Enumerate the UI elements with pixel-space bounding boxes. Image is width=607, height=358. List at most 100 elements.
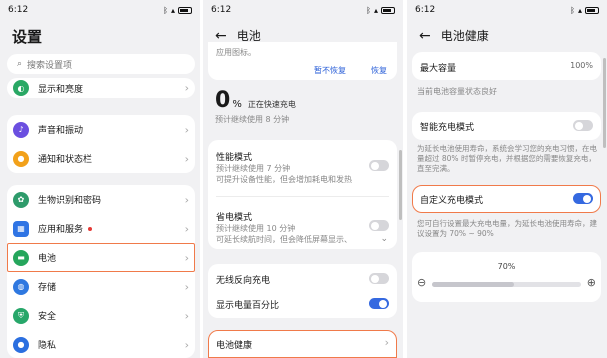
page-title: 设置 — [12, 28, 43, 46]
plus-icon[interactable]: ⊕ — [587, 276, 596, 289]
smart-charge-label: 智能充电模式 — [420, 123, 475, 133]
display-icon: ◐ — [13, 80, 29, 96]
search-input[interactable]: ⌕ 搜索设置项 — [7, 54, 195, 74]
power-save-desc: 可延长续航时间，但会降低屏幕显示、 — [216, 235, 352, 244]
max-capacity-value: 100% — [570, 61, 593, 70]
search-icon: ⌕ — [17, 59, 23, 69]
performance-mode-toggle[interactable] — [369, 160, 389, 171]
capacity-note: 当前电池容量状态良好 — [417, 87, 497, 96]
settings-item-storage[interactable]: ◍ 存储 › — [7, 272, 195, 301]
charging-status: 正在快速充电 — [247, 100, 296, 109]
battery-percent-number: 0 — [215, 88, 231, 113]
page-title: 电池健康 — [440, 29, 489, 43]
bluetooth-icon: ᛒ — [163, 5, 168, 15]
scrollbar[interactable] — [603, 58, 606, 148]
custom-charge-label: 自定义充电模式 — [420, 196, 484, 206]
storage-icon: ◍ — [13, 278, 29, 295]
settings-item-privacy[interactable]: ● 隐私 › — [7, 330, 195, 358]
settings-item-label: 隐私 — [38, 341, 57, 351]
restore-button[interactable]: 恢复 — [371, 65, 387, 76]
battery-health-panel: 6:12 ᛒ ▴ ← 电池健康 最大容量 100% 当前电池容量状态良好 智能充… — [407, 0, 607, 358]
settings-item-label: 安全 — [38, 312, 57, 322]
max-capacity-card: 最大容量 100% — [412, 52, 601, 80]
screenshot: 6:12 ᛒ ▴ 设置 ⌕ 搜索设置项 ◐ 显示和亮度 › ♪ 声音和振动 › — [0, 0, 607, 358]
status-bar: 6:12 ᛒ ▴ — [415, 3, 599, 17]
status-icons: ᛒ ▴ — [366, 6, 395, 15]
signal-icon: ▴ — [170, 5, 175, 15]
smart-charge-toggle[interactable] — [573, 120, 593, 131]
settings-panel: 6:12 ᛒ ▴ 设置 ⌕ 搜索设置项 ◐ 显示和亮度 › ♪ 声音和振动 › — [0, 0, 200, 358]
max-capacity-label: 最大容量 — [420, 64, 457, 74]
power-save-toggle[interactable] — [369, 220, 389, 231]
settings-item-security[interactable]: ⛨ 安全 › — [7, 301, 195, 330]
status-time: 6:12 — [8, 5, 29, 15]
minus-icon[interactable]: ⊖ — [417, 276, 426, 289]
chevron-right-icon: › — [184, 123, 189, 136]
power-save-title: 省电模式 — [216, 213, 253, 223]
show-percentage-toggle[interactable] — [369, 298, 389, 309]
chevron-right-icon: › — [184, 81, 189, 95]
battery-status-icon — [178, 6, 192, 14]
chevron-down-icon[interactable]: ⌄ — [380, 234, 388, 244]
search-placeholder: 搜索设置项 — [27, 60, 73, 71]
battery-status-icon — [585, 6, 599, 14]
wireless-reverse-charge-toggle[interactable] — [369, 273, 389, 284]
biometric-icon: ✿ — [13, 191, 29, 208]
battery-icon: ▬ — [13, 249, 29, 266]
status-bar: 6:12 ᛒ ▴ — [8, 3, 192, 17]
notification-icon: ● — [13, 150, 29, 167]
status-bar: 6:12 ᛒ ▴ — [211, 3, 395, 17]
charging-options-card: 无线反向充电 显示电量百分比 — [208, 264, 397, 318]
shield-icon: ⛨ — [13, 307, 29, 324]
back-arrow-icon[interactable]: ← — [419, 28, 431, 44]
smart-charge-desc: 为延长电池使用寿命，系统会学习您的充电习惯，在电量超过 80% 时暂停充电，并根… — [417, 144, 597, 173]
settings-item-notification[interactable]: ● 通知和状态栏 › — [7, 144, 195, 173]
settings-item-battery[interactable]: ▬ 电池 › — [7, 243, 195, 272]
chevron-right-icon: › — [184, 309, 189, 322]
battery-percent-display: 0 % 正在快速充电 — [215, 88, 296, 113]
sound-icon: ♪ — [13, 121, 29, 138]
power-save-estimate: 预计继续使用 10 分钟 — [216, 224, 296, 233]
ignore-button[interactable]: 暂不恢复 — [314, 65, 346, 76]
custom-charge-desc: 您可自行设置最大充电电量，为延长电池使用寿命，建议设置为 70% ~ 90% — [417, 219, 597, 238]
settings-item-biometric[interactable]: ✿ 生物识别和密码 › — [7, 185, 195, 214]
new-badge-dot — [88, 226, 93, 231]
restore-card: 应用图标。 暂不恢复 恢复 — [208, 42, 397, 80]
settings-item-sound[interactable]: ♪ 声音和振动 › — [7, 115, 195, 144]
settings-item-apps[interactable]: ▦ 应用和服务 › — [7, 214, 195, 243]
battery-health-item[interactable]: 电池健康 › — [208, 330, 397, 358]
page-header: ← 电池健康 — [419, 27, 489, 44]
chevron-right-icon: › — [184, 152, 189, 165]
settings-group-display: ◐ 显示和亮度 › — [7, 78, 195, 98]
status-icons: ᛒ ▴ — [570, 6, 599, 15]
settings-item-label: 显示和亮度 — [38, 84, 84, 95]
charge-limit-slider[interactable] — [432, 282, 581, 287]
settings-item-label: 通知和状态栏 — [38, 155, 93, 165]
standby-estimate: 预计继续使用 8 分钟 — [215, 115, 290, 124]
signal-icon: ▴ — [373, 5, 378, 15]
performance-mode-title: 性能模式 — [216, 153, 253, 163]
custom-charge-card[interactable]: 自定义充电模式 — [412, 185, 601, 213]
status-time: 6:12 — [211, 5, 232, 15]
slider-value-label: 70% — [497, 262, 516, 271]
performance-mode-estimate: 预计继续使用 7 分钟 — [216, 164, 291, 173]
slider-fill — [432, 282, 514, 287]
status-icons: ᛒ ▴ — [163, 6, 192, 15]
charge-limit-slider-card: 70% ⊖ ⊕ — [412, 252, 601, 302]
custom-charge-toggle[interactable] — [573, 193, 593, 204]
smart-charge-card: 智能充电模式 — [412, 112, 601, 140]
settings-group-sound: ♪ 声音和振动 › ● 通知和状态栏 › — [7, 115, 195, 173]
settings-group-system: ✿ 生物识别和密码 › ▦ 应用和服务 › ▬ 电池 › ◍ 存储 › ⛨ 安全… — [7, 185, 195, 358]
settings-item-display[interactable]: ◐ 显示和亮度 › — [7, 78, 195, 98]
chevron-right-icon: › — [184, 338, 189, 351]
settings-item-label: 生物识别和密码 — [38, 196, 102, 206]
battery-health-label: 电池健康 — [216, 341, 253, 351]
battery-percent-sign: % — [232, 99, 242, 110]
battery-status-icon — [381, 6, 395, 14]
power-modes-card: 性能模式 预计继续使用 7 分钟 可提升设备性能，但会增加耗电和发热 省电模式 … — [208, 140, 397, 249]
privacy-icon: ● — [13, 336, 29, 353]
status-time: 6:12 — [415, 5, 436, 15]
scrollbar[interactable] — [399, 150, 402, 220]
chevron-right-icon: › — [384, 336, 389, 349]
settings-item-label: 应用和服务 — [38, 225, 84, 235]
